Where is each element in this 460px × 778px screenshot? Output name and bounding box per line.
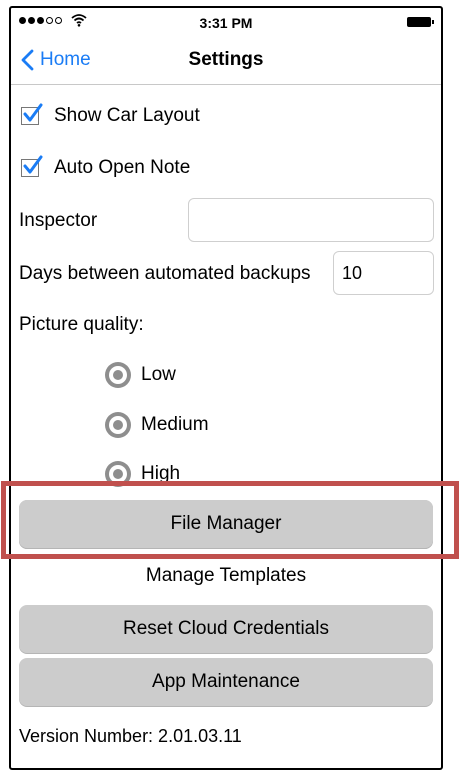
show-car-layout-label: Show Car Layout (54, 105, 200, 126)
quality-option-label: Medium (141, 414, 209, 435)
show-car-layout-row[interactable]: Show Car Layout (21, 103, 200, 127)
radio-button-icon[interactable] (105, 362, 131, 388)
app-maintenance-button[interactable]: App Maintenance (19, 658, 433, 706)
app-maintenance-label: App Maintenance (152, 671, 300, 692)
quality-option-label: High (141, 463, 181, 484)
quality-option-low[interactable]: Low (105, 362, 176, 388)
chevron-left-icon (21, 49, 34, 71)
inspector-label: Inspector (19, 210, 98, 231)
reset-cloud-credentials-button[interactable]: Reset Cloud Credentials (19, 605, 433, 653)
file-manager-label: File Manager (170, 513, 282, 534)
radio-button-icon[interactable] (105, 461, 131, 487)
auto-open-note-checkbox[interactable] (21, 155, 43, 177)
navigation-bar: Home Settings (11, 36, 441, 85)
inspector-field[interactable] (188, 198, 434, 242)
auto-open-note-row[interactable]: Auto Open Note (21, 155, 191, 179)
file-manager-button[interactable]: File Manager (19, 500, 433, 548)
status-time: 3:31 PM (199, 15, 253, 31)
show-car-layout-checkbox[interactable] (21, 103, 43, 125)
battery-icon (407, 17, 434, 27)
phone-frame: 3:31 PM Home Settings Show Car Layout Au… (9, 6, 443, 770)
checkmark-icon (23, 103, 43, 122)
checkmark-icon (23, 155, 43, 174)
back-button[interactable]: Home (21, 46, 91, 74)
quality-option-high[interactable]: High (105, 461, 180, 487)
reset-cloud-credentials-label: Reset Cloud Credentials (123, 618, 329, 639)
radio-button-icon[interactable] (105, 412, 131, 438)
quality-option-label: Low (141, 364, 176, 385)
auto-open-note-label: Auto Open Note (54, 157, 191, 178)
backup-days-field[interactable] (333, 251, 434, 295)
picture-quality-label: Picture quality: (19, 314, 144, 335)
quality-option-medium[interactable]: Medium (105, 412, 209, 438)
status-bar: 3:31 PM (11, 8, 441, 36)
manage-templates-label: Manage Templates (145, 565, 307, 586)
backups-label: Days between automated backups (19, 263, 311, 284)
back-label: Home (40, 49, 91, 70)
version-number: Version Number: 2.01.03.11 (19, 726, 242, 746)
